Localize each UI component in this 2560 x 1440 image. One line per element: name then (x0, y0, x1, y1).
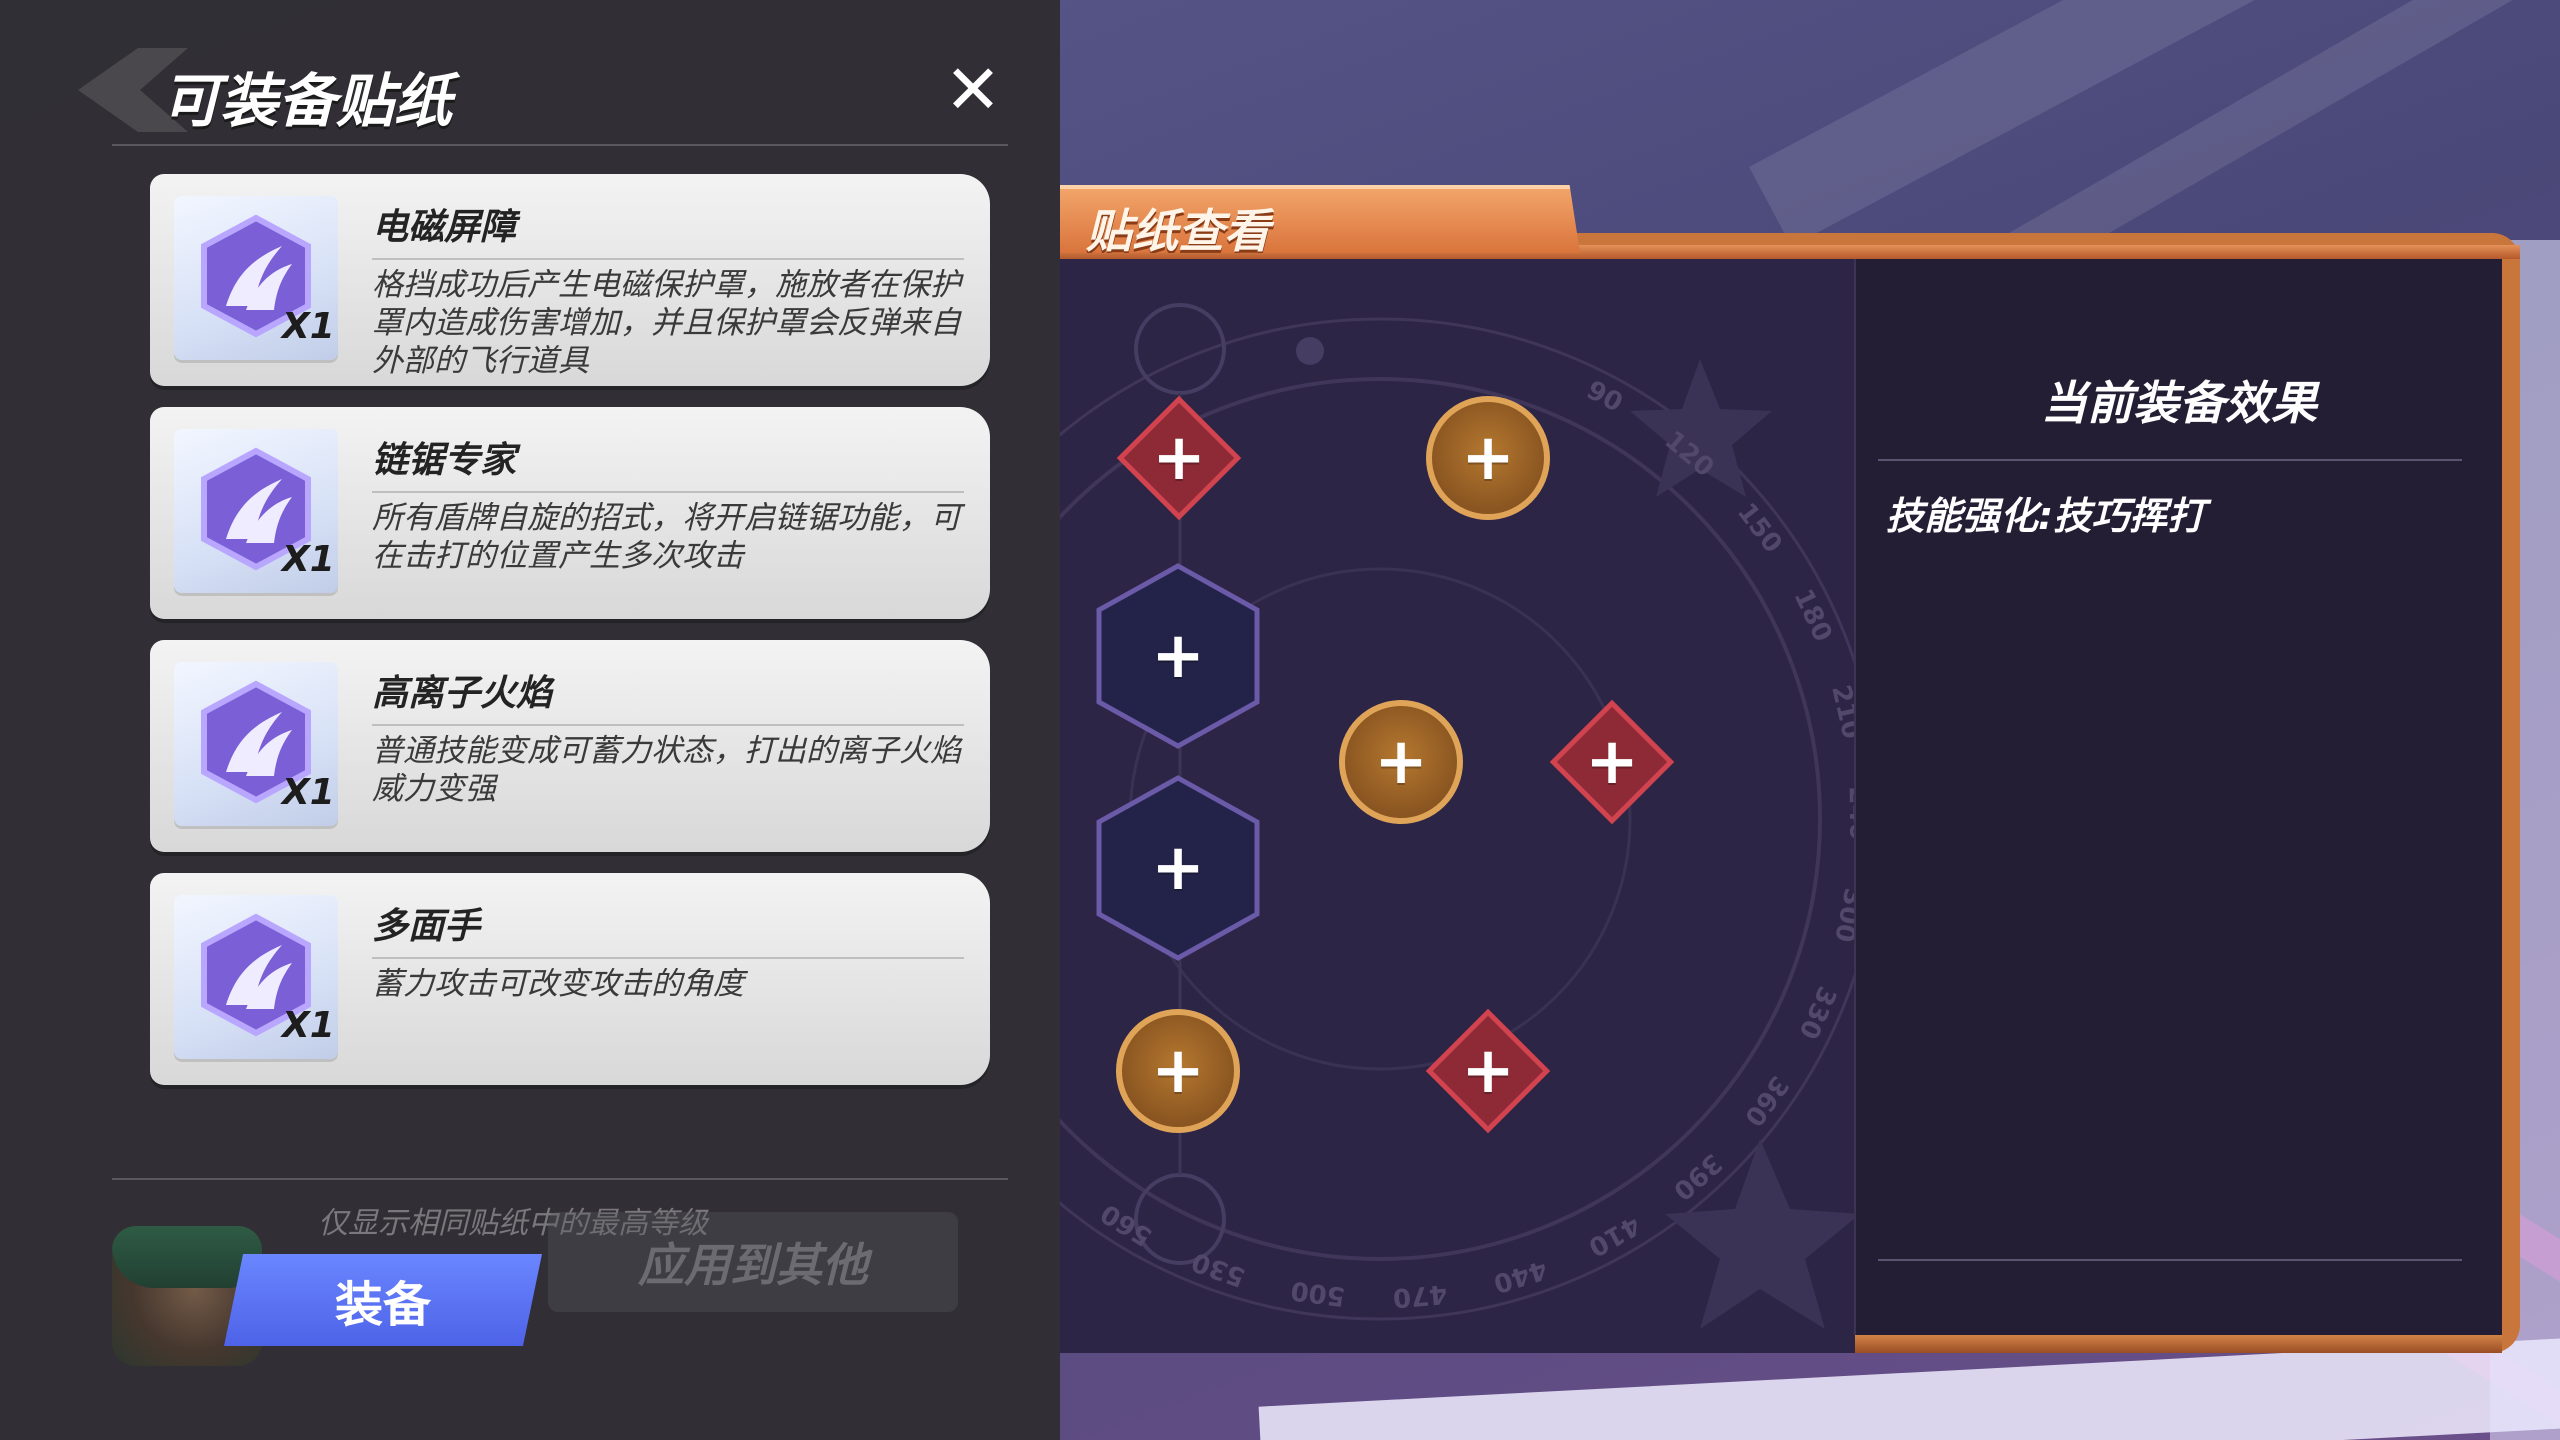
plus-icon: + (1151, 619, 1205, 693)
sticker-card[interactable]: X1 电磁屏障 格挡成功后产生电磁保护罩，施放者在保护罩内造成伤害增加，并且保护… (150, 174, 990, 386)
dial-number: 410 (1583, 1209, 1645, 1262)
sticker-slot-diamond[interactable]: + (1549, 699, 1675, 825)
close-icon: ✕ (944, 51, 1002, 130)
dial-number: 210 (1825, 682, 1855, 742)
sticker-slot-hex[interactable]: + (1093, 562, 1263, 750)
sticker-name: 电磁屏障 (372, 207, 517, 248)
dial-number: 330 (1792, 982, 1841, 1044)
sticker-name-divider (372, 258, 964, 260)
sticker-icon: X1 (174, 895, 338, 1059)
sticker-slot-diamond[interactable]: + (1116, 395, 1242, 521)
dial-number: 360 (1738, 1070, 1794, 1132)
sticker-viewer-panel: 贴纸查看 90 120 150 180 210 240 300 330 360 390 410 440… (1060, 185, 2520, 1355)
viewer-tab-title: 贴纸查看 (1086, 204, 1270, 258)
sticker-card[interactable]: X1 链锯专家 所有盾牌自旋的招式，将开启链锯功能，可在击打的位置产生多次攻击 (150, 407, 990, 619)
plus-icon: + (1152, 421, 1206, 495)
effect-divider (1878, 459, 2462, 461)
panel-title: 可装备贴纸 (162, 67, 453, 135)
sticker-name: 高离子火焰 (372, 673, 553, 714)
dial-number: 390 (1667, 1147, 1728, 1205)
sticker-slot-diamond[interactable]: + (1425, 1008, 1551, 1134)
sticker-count: X1 (282, 539, 335, 580)
sticker-description: 蓄力攻击可改变攻击的角度 (372, 966, 744, 1002)
sticker-slot-circle[interactable]: + (1339, 700, 1463, 824)
plus-icon: + (1151, 1034, 1205, 1108)
sticker-count: X1 (282, 772, 335, 813)
dial-number: 180 (1787, 585, 1837, 647)
dial-number: 560 (1096, 1197, 1158, 1251)
dial-number: 470 (1392, 1278, 1449, 1312)
sticker-count: X1 (282, 306, 335, 347)
plus-icon: + (1461, 1034, 1515, 1108)
sticker-name-divider (372, 724, 964, 726)
sticker-description: 普通技能变成可蓄力状态，打出的离子火焰威力变强 (372, 733, 961, 807)
sticker-description: 所有盾牌自旋的招式，将开启链锯功能，可在击打的位置产生多次攻击 (372, 500, 961, 574)
effect-item: 技能强化:技巧挥打 (1886, 494, 2206, 538)
equip-button[interactable]: 装备 (224, 1254, 542, 1346)
sticker-icon: X1 (174, 196, 338, 360)
sticker-slot-circle[interactable]: + (1116, 1009, 1240, 1133)
apply-to-others-button[interactable]: 应用到其他 (548, 1212, 958, 1312)
dial-number: 500 (1289, 1275, 1347, 1312)
effect-divider (1878, 1259, 2462, 1261)
plus-icon: + (1151, 831, 1205, 905)
sticker-name-divider (372, 491, 964, 493)
effect-title: 当前装备效果 (2041, 376, 2317, 430)
sticker-slot-circle[interactable]: + (1426, 396, 1550, 520)
sticker-description: 格挡成功后产生电磁保护罩，施放者在保护罩内造成伤害增加，并且保护罩会反弹来自外部… (372, 267, 961, 379)
plus-icon: + (1374, 725, 1428, 799)
sticker-icon: X1 (174, 429, 338, 593)
current-effect-panel: 当前装备效果 技能强化:技巧挥打 (1854, 259, 2502, 1335)
sticker-icon: X1 (174, 662, 338, 826)
sticker-card[interactable]: X1 高离子火焰 普通技能变成可蓄力状态，打出的离子火焰威力变强 (150, 640, 990, 852)
sticker-name-divider (372, 957, 964, 959)
title-divider (112, 144, 1008, 146)
sticker-count: X1 (282, 1005, 335, 1046)
equippable-stickers-panel: 可装备贴纸 ✕ X1 电磁屏障 格挡成功后产生电磁保护罩，施放者在保护罩内造成伤… (0, 0, 1060, 1440)
dial-number: 150 (1731, 498, 1788, 559)
dial-number: 300 (1828, 886, 1855, 945)
close-button[interactable]: ✕ (940, 51, 1006, 130)
viewer-tab: 贴纸查看 (1060, 185, 1580, 253)
sticker-name: 链锯专家 (372, 440, 517, 481)
sticker-slot-hex[interactable]: + (1093, 774, 1263, 962)
plus-icon: + (1461, 421, 1515, 495)
plus-icon: + (1585, 725, 1639, 799)
sticker-card[interactable]: X1 多面手 蓄力攻击可改变攻击的角度 (150, 873, 990, 1085)
sticker-name: 多面手 (372, 906, 481, 947)
bottom-divider (112, 1178, 1008, 1180)
